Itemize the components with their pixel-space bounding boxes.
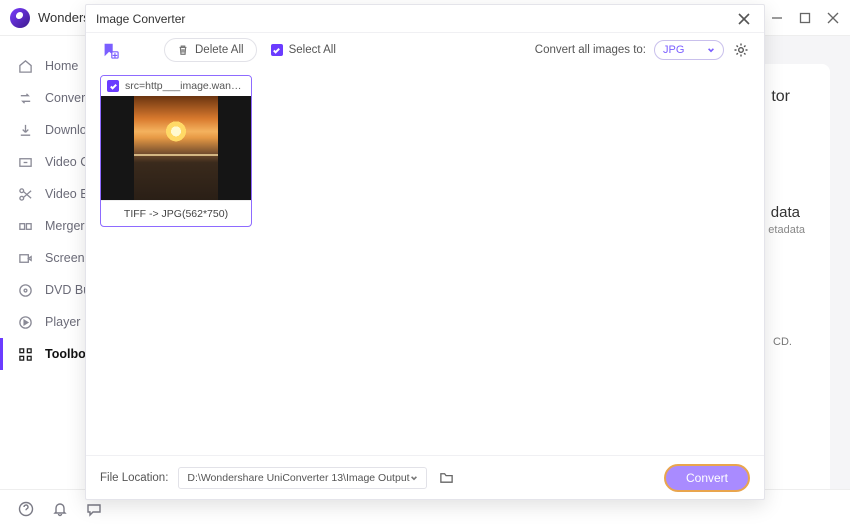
- modal-header: Image Converter: [86, 5, 764, 33]
- bell-icon[interactable]: [52, 501, 68, 517]
- checkbox-checked-icon: [271, 44, 283, 56]
- close-button[interactable]: [826, 11, 840, 25]
- sidebar-item-label: Player: [45, 315, 80, 329]
- thumbnail-filename: src=http___image.wangc...: [125, 80, 245, 92]
- compressor-icon: [18, 155, 33, 170]
- gear-icon: [733, 42, 749, 58]
- file-location-value: D:\Wondershare UniConverter 13\Image Out…: [187, 472, 409, 484]
- file-location-select[interactable]: D:\Wondershare UniConverter 13\Image Out…: [178, 467, 426, 489]
- image-thumbnail-card[interactable]: src=http___image.wangc... TIFF -> JPG(56…: [100, 75, 252, 227]
- modal-close-button[interactable]: [734, 9, 754, 29]
- window-controls: [770, 11, 840, 25]
- select-all-label: Select All: [289, 44, 336, 56]
- delete-all-button[interactable]: Delete All: [164, 38, 257, 62]
- converter-icon: [18, 91, 33, 106]
- bg-text-fragment: data: [771, 204, 800, 221]
- open-folder-button[interactable]: [437, 468, 457, 488]
- maximize-button[interactable]: [798, 11, 812, 25]
- sunset-image-preview: [134, 96, 218, 200]
- play-icon: [18, 315, 33, 330]
- modal-toolbar: Delete All Select All Convert all images…: [86, 33, 764, 67]
- home-icon: [18, 59, 33, 74]
- convert-button-label: Convert: [686, 471, 728, 485]
- image-converter-modal: Image Converter Delete All Select All Co…: [85, 4, 765, 500]
- toolbar-right: Convert all images to: JPG: [535, 40, 750, 60]
- thumbnail-image: [101, 96, 251, 200]
- sidebar-item-label: Home: [45, 59, 78, 73]
- minimize-button[interactable]: [770, 11, 784, 25]
- thumbnail-footer: TIFF -> JPG(562*750): [101, 200, 251, 226]
- format-value: JPG: [663, 44, 684, 56]
- trash-icon: [177, 44, 189, 56]
- add-image-button[interactable]: [100, 40, 120, 60]
- recorder-icon: [18, 251, 33, 266]
- chevron-down-icon: [410, 474, 418, 482]
- chevron-down-icon: [707, 46, 715, 54]
- download-icon: [18, 123, 33, 138]
- modal-footer: File Location: D:\Wondershare UniConvert…: [86, 455, 764, 499]
- modal-title: Image Converter: [96, 12, 185, 26]
- scissors-icon: [18, 187, 33, 202]
- convert-button[interactable]: Convert: [664, 464, 750, 492]
- bg-text-fragment: tor: [771, 88, 790, 106]
- settings-button[interactable]: [732, 41, 750, 59]
- app-logo: [10, 8, 30, 28]
- folder-icon: [439, 470, 454, 485]
- sidebar-item-label: Merger: [45, 219, 85, 233]
- format-select[interactable]: JPG: [654, 40, 724, 60]
- merger-icon: [18, 219, 33, 234]
- disc-icon: [18, 283, 33, 298]
- bg-text-fragment: etadata: [768, 224, 805, 236]
- convert-all-label: Convert all images to:: [535, 44, 646, 56]
- bg-text-fragment: CD.: [773, 336, 792, 348]
- select-all-checkbox[interactable]: Select All: [271, 44, 336, 56]
- thumbnail-header: src=http___image.wangc...: [101, 76, 251, 96]
- checkbox-checked-icon[interactable]: [107, 80, 119, 92]
- file-location-label: File Location:: [100, 472, 168, 484]
- toolbox-icon: [18, 347, 33, 362]
- chat-icon[interactable]: [86, 501, 102, 517]
- help-icon[interactable]: [18, 501, 34, 517]
- modal-body: src=http___image.wangc... TIFF -> JPG(56…: [86, 67, 764, 455]
- delete-all-label: Delete All: [195, 44, 244, 56]
